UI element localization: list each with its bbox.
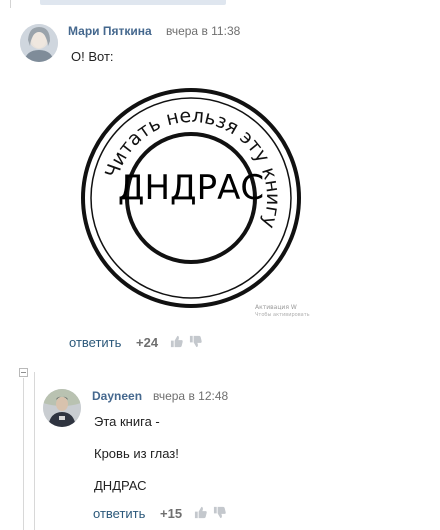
watermark-line2: Чтобы активировать (255, 312, 310, 318)
thread-line (23, 378, 24, 530)
reply-thread-line (34, 372, 35, 530)
avatar-dayneen[interactable] (43, 389, 81, 427)
comment-text: О! Вот: (71, 49, 114, 64)
comment-text-line: Кровь из глаз! (94, 446, 179, 461)
rating-value: +24 (136, 335, 159, 350)
rating-value: +15 (160, 506, 183, 521)
comment-text-line: Эта книга - (94, 414, 160, 429)
previous-comment-fragment (40, 0, 226, 5)
comment-attachment-image[interactable]: Читать нельзя эту книгу ДНДРАС Активация… (71, 77, 311, 319)
comment-text-line: ДНДРАС (94, 478, 147, 493)
dislike-icon[interactable] (213, 506, 226, 524)
like-icon[interactable] (194, 506, 207, 524)
comment-date[interactable]: вчера в 11:38 (166, 24, 240, 38)
comment-author[interactable]: Мари Пяткина (68, 24, 152, 38)
avatar-mari[interactable] (20, 24, 58, 62)
comment-author[interactable]: Dayneen (92, 389, 142, 403)
stamp-center-text: ДНДРАС (118, 168, 264, 208)
comment-date[interactable]: вчера в 12:48 (153, 389, 228, 403)
collapse-thread-icon[interactable] (19, 368, 28, 377)
reply-button[interactable]: ответить (93, 506, 145, 521)
thread-line-top (10, 0, 11, 8)
watermark-line1: Активация W (255, 304, 297, 311)
like-icon[interactable] (170, 335, 183, 353)
dislike-icon[interactable] (189, 335, 202, 353)
reply-button[interactable]: ответить (69, 335, 121, 350)
